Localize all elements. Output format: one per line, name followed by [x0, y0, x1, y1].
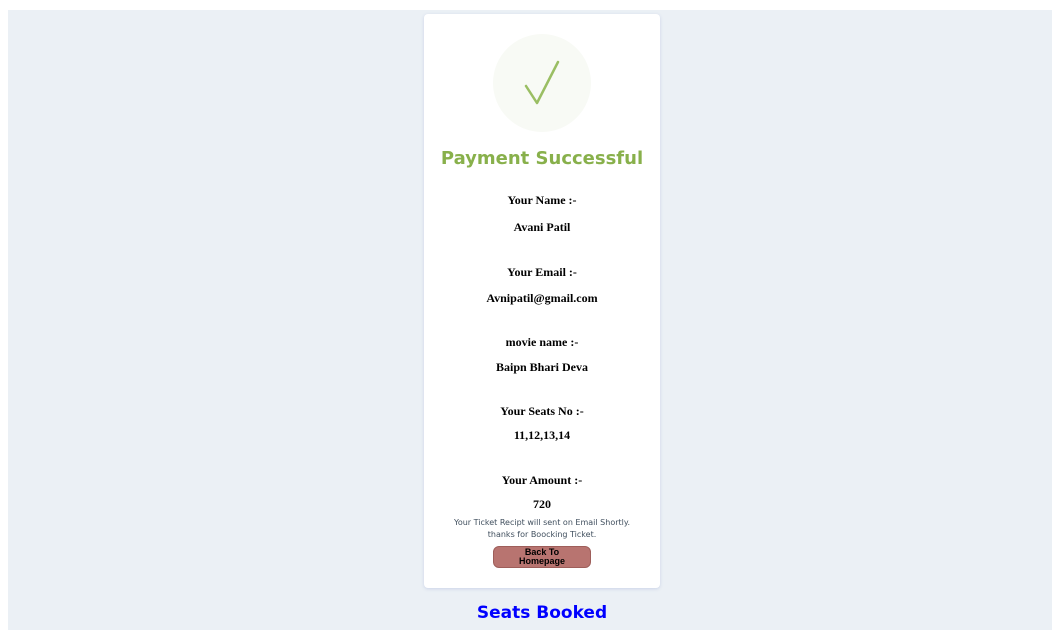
name-label: Your Name :-	[507, 193, 577, 207]
success-circle	[493, 34, 591, 132]
movie-label: movie name :-	[505, 335, 579, 349]
email-value: Avnipatil@gmail.com	[486, 291, 598, 305]
seats-label: Your Seats No :-	[500, 404, 584, 418]
seats-booked-heading: Seats Booked	[476, 603, 608, 623]
payment-success-card: Payment Successful Your Name :- Avani Pa…	[424, 14, 660, 588]
email-label: Your Email :-	[507, 265, 577, 279]
name-value: Avani Patil	[513, 220, 571, 234]
back-to-homepage-button[interactable]: Back To Homepage	[493, 546, 591, 568]
amount-value: 720	[533, 497, 551, 511]
amount-label: Your Amount :-	[501, 473, 583, 487]
seats-value: 11,12,13,14	[513, 428, 571, 442]
thanks-note: thanks for Boocking Ticket.	[487, 530, 597, 539]
receipt-note: Your Ticket Recipt will sent on Email Sh…	[454, 518, 630, 527]
checkmark-icon	[524, 60, 560, 105]
movie-value: Baipn Bhari Deva	[495, 360, 588, 374]
payment-status-title: Payment Successful	[440, 148, 644, 169]
